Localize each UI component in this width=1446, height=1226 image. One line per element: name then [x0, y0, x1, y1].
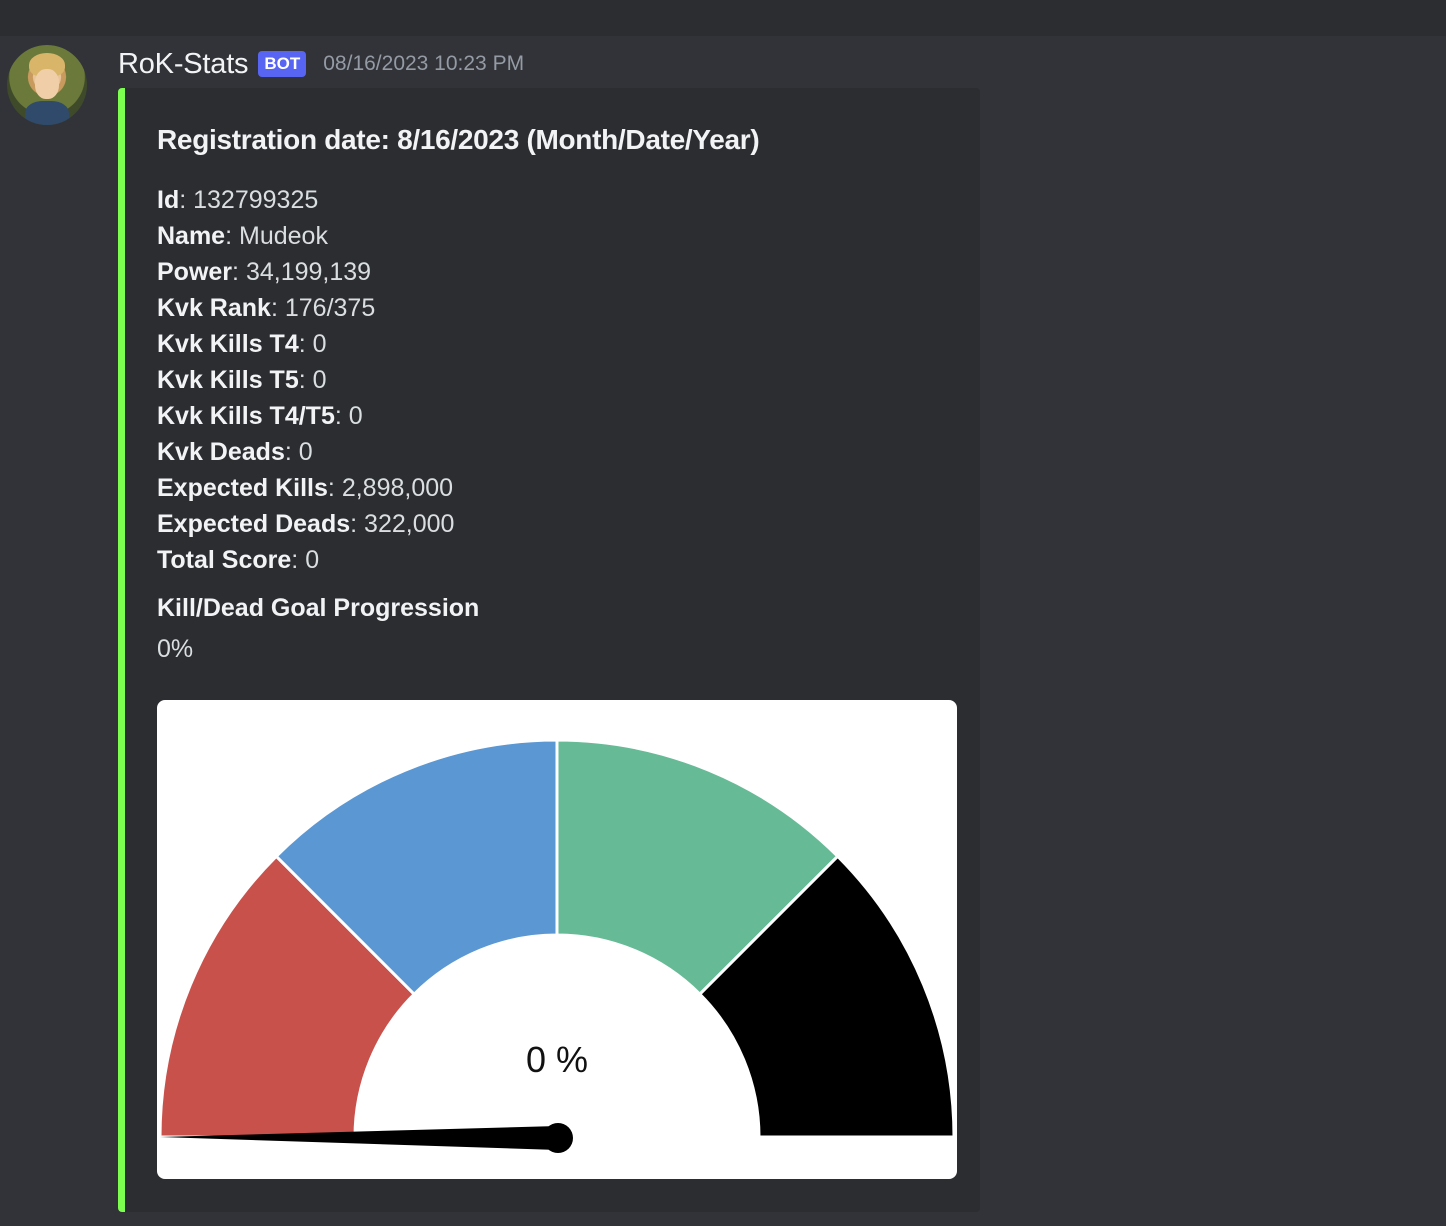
- bot-badge: BOT: [258, 51, 307, 77]
- field-value: 34,199,139: [245, 258, 372, 286]
- field-value: Mudeok: [239, 222, 328, 250]
- field-label: Expected Kills: [157, 474, 328, 502]
- field-label: Total Score: [157, 546, 292, 574]
- field-value: 0: [312, 330, 327, 358]
- embed-fields: Id: 132799325 Name: Mudeok Power: 34,199…: [157, 182, 454, 578]
- channel-top-strip: [0, 0, 1446, 36]
- field-value: 132799325: [193, 186, 319, 214]
- field-value: 176/375: [284, 294, 376, 322]
- gauge-needle-hub: [543, 1123, 573, 1153]
- field-value: 0: [312, 366, 327, 394]
- field-label: Kvk Kills T5: [157, 366, 299, 394]
- field-value: 0: [305, 546, 320, 574]
- field-value: 2,898,000: [341, 474, 454, 502]
- message-timestamp[interactable]: 08/16/2023 10:23 PM: [323, 52, 524, 76]
- avatar-face: [35, 69, 59, 99]
- field-label: Name: [157, 222, 226, 250]
- field-label: Kvk Kills T4/T5: [157, 402, 335, 430]
- gauge-image[interactable]: 0 %: [157, 700, 957, 1179]
- field-value: 0: [298, 438, 313, 466]
- username[interactable]: RoK-Stats: [118, 48, 249, 81]
- embed-card: Registration date: 8/16/2023 (Month/Date…: [118, 88, 980, 1212]
- field-kvk-kills-t5: Kvk Kills T5: 0: [157, 366, 327, 394]
- field-power: Power: 34,199,139: [157, 258, 372, 286]
- field-kvk-deads: Kvk Deads: 0: [157, 438, 313, 466]
- field-label: Expected Deads: [157, 510, 351, 538]
- message-header: RoK-Stats BOT 08/16/2023 10:23 PM: [118, 44, 524, 84]
- field-kvk-rank: Kvk Rank: 176/375: [157, 294, 376, 322]
- avatar[interactable]: [7, 45, 87, 125]
- field-kvk-kills-t4-t5: Kvk Kills T4/T5: 0: [157, 402, 363, 430]
- goal-section-name: Kill/Dead Goal Progression: [157, 594, 480, 622]
- embed-title: Registration date: 8/16/2023 (Month/Date…: [157, 124, 760, 155]
- field-name: Name: Mudeok: [157, 222, 328, 250]
- field-expected-deads: Expected Deads: 322,000: [157, 510, 455, 538]
- field-label: Id: [157, 186, 180, 214]
- field-total-score: Total Score: 0: [157, 546, 320, 574]
- avatar-collar: [25, 101, 69, 125]
- field-expected-kills: Expected Kills: 2,898,000: [157, 474, 454, 502]
- field-label: Power: [157, 258, 233, 286]
- gauge-center-label: 0 %: [526, 1039, 588, 1080]
- field-id: Id: 132799325: [157, 186, 319, 214]
- field-value: 322,000: [364, 510, 455, 538]
- field-value: 0: [348, 402, 363, 430]
- field-kvk-kills-t4: Kvk Kills T4: 0: [157, 330, 327, 358]
- field-label: Kvk Deads: [157, 438, 285, 466]
- field-label: Kvk Kills T4: [157, 330, 299, 358]
- goal-section-value: 0%: [157, 635, 194, 663]
- gauge-chart: 0 %: [158, 738, 956, 1153]
- field-label: Kvk Rank: [157, 294, 271, 322]
